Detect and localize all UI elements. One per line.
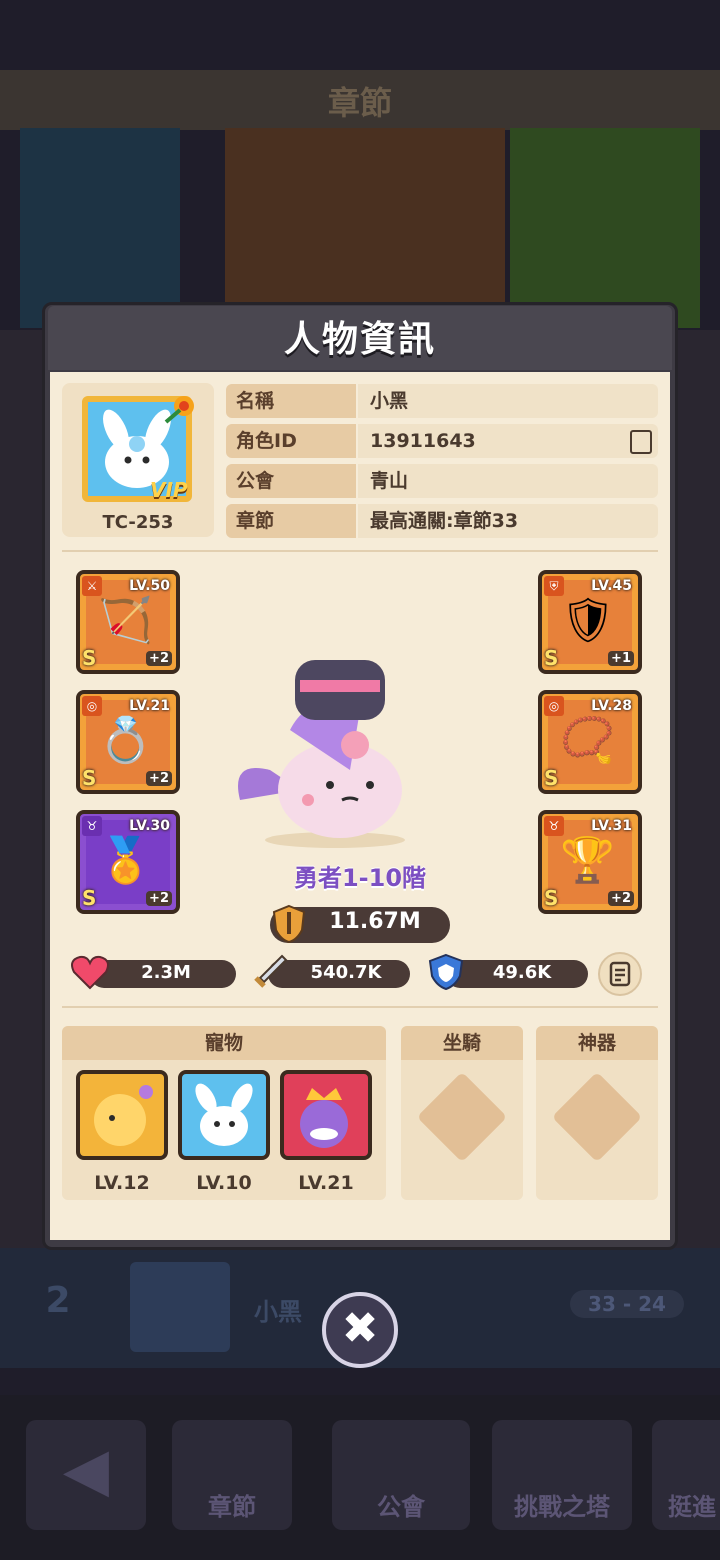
equipment-necklace[interactable]: ♉ 🏅 LV.30 S +2 [76,810,180,914]
equipment-rank: S [82,766,97,790]
equipment-level: LV.45 [591,578,632,594]
info-row-id: 角色ID 13911643 [226,424,658,458]
equipment-plus: +2 [608,891,634,906]
info-row-guild: 公會 青山 [226,464,658,498]
armor-icon: 🛡 [560,595,616,646]
sword-stat-icon [250,952,290,992]
info-key: 角色ID [226,424,356,458]
avatar-frame-id: TC-253 [102,512,174,533]
defense-value: 49.6K [492,962,552,983]
pet-slot-1[interactable] [76,1070,168,1160]
nav-advance[interactable]: 挺進 [652,1420,720,1530]
equipment-weapon[interactable]: ⚔ 🏹 LV.50 S +2 [76,570,180,674]
bow-icon: 🏹 [98,595,153,646]
heart-icon [70,952,110,992]
hero-character [230,650,440,850]
equipment-rank: S [82,886,97,910]
equipment-level: LV.30 [129,818,170,834]
info-value: 小黑 [358,384,658,418]
combat-power: 11.67M [329,909,421,934]
equipment-level: LV.31 [591,818,632,834]
background-banner-2 [225,128,505,328]
close-button[interactable]: ✖ [322,1292,398,1368]
armor-slot-icon: ⛨ [544,576,564,596]
equipment-chalice[interactable]: ♉ 🏆 LV.31 S +2 [538,810,642,914]
equipment-plus: +2 [146,771,172,786]
background-rank-badge: 2 [45,1280,71,1321]
info-value: 青山 [358,464,658,498]
equipment-level: LV.50 [129,578,170,594]
background-banner-3 [510,128,700,328]
shield-stat-icon [426,952,466,992]
equipment-ring[interactable]: ◎ 💍 LV.21 S +2 [76,690,180,794]
info-row-chapter: 章節 最高通關:章節33 [226,504,658,538]
equipment-plus: +2 [146,651,172,666]
info-key: 章節 [226,504,356,538]
chalice-slot-icon: ♉ [544,816,564,836]
background-banner-1 [20,128,180,328]
pet-slot-2[interactable] [178,1070,270,1160]
equipment-rank: S [544,766,559,790]
pet-bunny-icon [195,1083,253,1146]
list-icon [609,961,631,987]
info-key: 名稱 [226,384,356,418]
back-arrow-icon[interactable]: ◀ [26,1420,146,1530]
info-key: 公會 [226,464,356,498]
background-stage: 33 - 24 [570,1290,684,1318]
pet-slot-3[interactable] [280,1070,372,1160]
pet-level: LV.10 [196,1172,252,1194]
pet-level: LV.21 [298,1172,354,1194]
background-title: 章節 [327,84,392,122]
pet-king-icon [300,1088,348,1148]
necklace-slot-icon: ♉ [82,816,102,836]
hp-value: 2.3M [141,962,191,983]
close-icon: ✖ [341,1303,379,1354]
flower-decoration-icon [162,386,206,426]
equipment-plus: +1 [608,651,634,666]
equipment-rank: S [544,646,559,670]
equipment-level: LV.28 [591,698,632,714]
equipment-armor[interactable]: ⛨ 🛡 LV.45 S +1 [538,570,642,674]
info-value: 13911643 [358,424,658,458]
vip-badge: VIP [150,478,188,502]
medal-icon: 🏅 [98,835,153,886]
stats-detail-button[interactable] [598,952,642,996]
copy-icon[interactable] [630,430,652,454]
mount-header: 坐騎 [401,1026,523,1060]
equipment-level: LV.21 [129,698,170,714]
equipment-plus: +2 [146,891,172,906]
pet-level: LV.12 [94,1172,150,1194]
hero-rank-title: 勇者1-10階 [293,864,427,892]
ring-icon: 💍 [98,715,153,766]
sword-icon: ⚔ [82,576,102,596]
nav-chapter[interactable]: 章節 [172,1420,292,1530]
chalice-icon: 🏆 [560,835,615,886]
equipment-bracelet[interactable]: ◎ 📿 LV.28 S [538,690,642,794]
info-row-name: 名稱 小黑 [226,384,658,418]
bracelet-icon: 📿 [560,715,615,766]
artifact-header: 神器 [536,1026,658,1060]
nav-tower[interactable]: 挑戰之塔 [492,1420,632,1530]
equipment-rank: S [544,886,559,910]
info-value: 最高通關:章節33 [358,504,658,538]
bracelet-slot-icon: ◎ [544,696,564,716]
divider [62,1006,658,1008]
equipment-rank: S [82,646,97,670]
background-avatar [130,1262,230,1352]
pet-lion-icon [94,1085,153,1146]
attack-value: 540.7K [310,962,382,983]
nav-guild[interactable]: 公會 [332,1420,470,1530]
ring-slot-icon: ◎ [82,696,102,716]
dialog-title: 人物資訊 [283,319,436,360]
background-player-name: 小黑 [254,1298,302,1326]
divider [62,550,658,552]
pets-header: 寵物 [62,1026,386,1060]
